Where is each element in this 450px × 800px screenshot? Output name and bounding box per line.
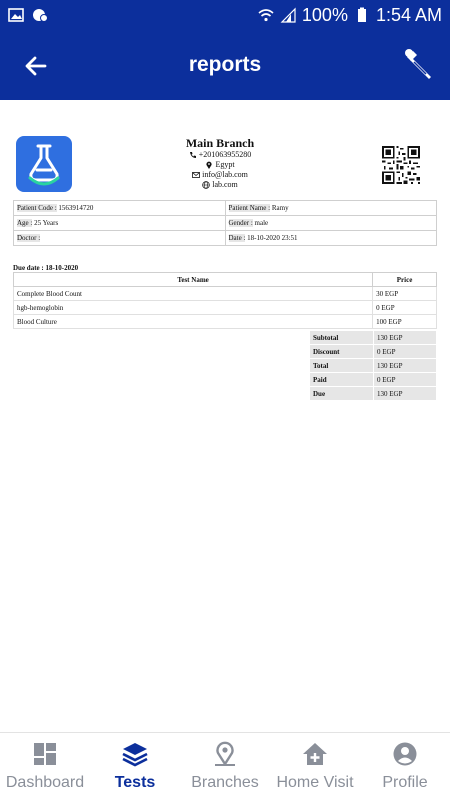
gender-cell: Gender : male [224,215,437,231]
home-plus-icon [303,743,327,765]
due-date: Due date : 18-10-2020 [13,264,79,272]
patient-name-cell: Patient Name : Ramy [224,200,437,216]
patient-name-label: Patient Name : [228,204,271,212]
branch-email-row: info@lab.com [110,170,330,180]
total-value: 130 EGP [373,358,437,373]
branch-location-row: Egypt [110,160,330,170]
test-name-cell: Complete Blood Count [12,286,374,301]
patient-code-cell: Patient Code : 1563914720 [13,200,226,216]
qr-code [382,146,420,184]
dashboard-icon [34,743,56,765]
test-name-header: Test Name [12,272,374,287]
nav-branches[interactable]: Branches [180,741,270,792]
table-row: Complete Blood Count 30 EGP [12,286,437,301]
totals-table: Subtotal 130 EGP Discount 0 EGP Total 13… [309,330,437,401]
table-row: Age : 25 Years Gender : male [13,215,437,231]
table-row: Blood Culture 100 EGP [12,314,437,329]
paid-value: 0 EGP [373,372,437,387]
discount-label: Discount [309,344,374,359]
due-value: 130 EGP [373,386,437,401]
dropper-button[interactable] [402,46,438,82]
branch-name: Main Branch [185,136,255,150]
table-row: Paid 0 EGP [309,372,437,387]
table-row: Doctor : Date : 18-10-2020 23:51 [13,230,437,246]
test-name-cell: hgb-hemoglobin [12,300,374,315]
table-row: Discount 0 EGP [309,344,437,359]
eyedropper-icon [405,49,431,79]
age-label: Age : [17,219,33,227]
nav-dashboard[interactable]: Dashboard [0,741,90,792]
wifi-icon [258,9,274,22]
nav-tests[interactable]: Tests [90,741,180,792]
test-name-cell: Blood Culture [12,314,374,329]
gender-value: male [254,219,269,227]
back-button[interactable] [22,52,50,80]
status-bar: 100% 1:54 AM [0,0,450,30]
branch-email: info@lab.com [202,170,248,179]
branch-phone: +201063955280 [198,150,252,159]
layers-icon [122,743,148,767]
paid-label: Paid [309,372,374,387]
table-row: hgb-hemoglobin 0 EGP [12,300,437,315]
table-row: Patient Code : 1563914720 Patient Name :… [13,200,437,216]
globe-icon [202,181,210,189]
patient-info-table: Patient Code : 1563914720 Patient Name :… [13,200,437,246]
map-pin-icon [206,161,213,169]
lab-logo [16,136,72,192]
test-price-cell: 100 EGP [372,314,437,329]
nav-label: Dashboard [5,774,85,791]
app-bar: reports [0,30,450,100]
arrow-left-icon [25,56,47,76]
money-notification-icon [33,9,48,22]
nav-label: Home Visit [276,774,354,791]
patient-name-value: Ramy [271,204,289,212]
branch-location: Egypt [215,160,235,169]
price-header: Price [372,272,437,287]
envelope-icon [192,172,200,178]
table-row: Subtotal 130 EGP [309,330,437,345]
user-circle-icon [393,742,417,766]
date-value: 18-10-2020 23:51 [247,234,298,242]
page-title: reports [188,53,262,76]
age-value: 25 Years [34,219,59,227]
subtotal-value: 130 EGP [373,330,437,345]
branch-website: lab.com [212,180,238,189]
date-label: Date : [228,234,246,242]
due-label: Due [309,386,374,401]
gender-label: Gender : [228,219,253,227]
nav-label: Profile [382,774,428,791]
age-cell: Age : 25 Years [13,215,226,231]
flask-icon [28,144,60,186]
test-price-cell: 30 EGP [372,286,437,301]
nav-profile[interactable]: Profile [360,741,450,792]
table-row: Total 130 EGP [309,358,437,373]
subtotal-label: Subtotal [309,330,374,345]
test-price-cell: 0 EGP [372,300,437,315]
patient-code-value: 1563914720 [58,204,94,212]
image-notification-icon [8,8,24,22]
signal-icon [280,7,296,23]
branch-phone-row: +201063955280 [110,150,330,160]
doctor-label: Doctor : [17,234,41,242]
date-cell: Date : 18-10-2020 23:51 [224,230,437,246]
battery-icon [357,7,366,22]
patient-code-label: Patient Code : [17,204,57,212]
nav-label: Tests [114,774,156,791]
discount-value: 0 EGP [373,344,437,359]
tests-table: Test Name Price Complete Blood Count 30 … [12,272,437,329]
doctor-cell: Doctor : [13,230,226,246]
bottom-navigation: Dashboard Tests Branches Home Visit Prof… [0,732,450,800]
phone-icon [189,152,196,158]
table-row: Due 130 EGP [309,386,437,401]
table-header-row: Test Name Price [12,272,437,287]
report-document: Main Branch +201063955280 Egypt info@lab… [10,100,440,732]
total-label: Total [309,358,374,373]
status-time: 1:54 AM [375,4,442,25]
location-pin-icon [215,741,235,766]
nav-home-visit[interactable]: Home Visit [270,741,360,792]
branch-website-row: lab.com [110,180,330,190]
branch-info: Main Branch +201063955280 Egypt info@lab… [110,136,330,190]
nav-label: Branches [191,774,259,791]
battery-percent: 100% [301,4,348,25]
